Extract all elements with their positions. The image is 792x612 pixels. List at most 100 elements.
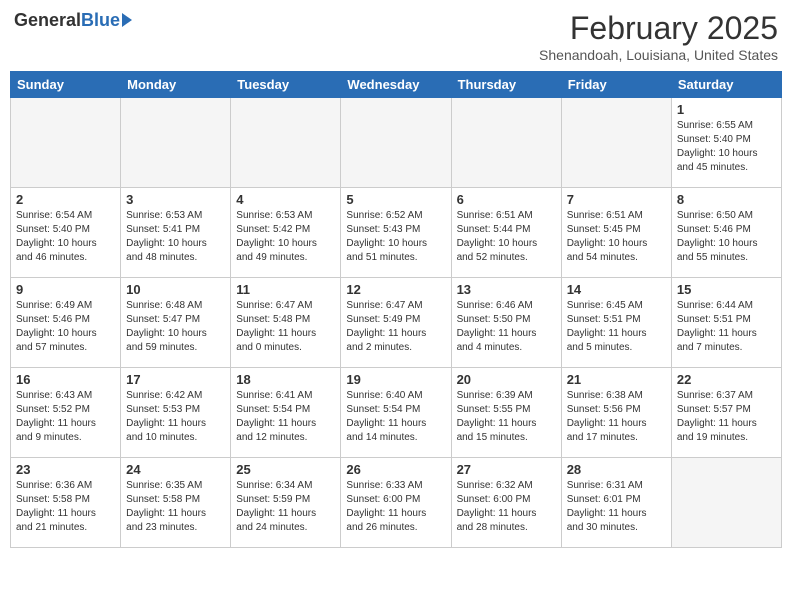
day-info: Sunrise: 6:55 AM Sunset: 5:40 PM Dayligh… (677, 119, 776, 175)
day-number: 17 (126, 372, 225, 387)
day-number: 5 (346, 192, 445, 207)
calendar-cell: 1Sunrise: 6:55 AM Sunset: 5:40 PM Daylig… (671, 98, 781, 188)
logo-general-text: General (14, 10, 81, 31)
calendar-week-row: 1Sunrise: 6:55 AM Sunset: 5:40 PM Daylig… (11, 98, 782, 188)
day-number: 7 (567, 192, 666, 207)
day-number: 9 (16, 282, 115, 297)
day-info: Sunrise: 6:49 AM Sunset: 5:46 PM Dayligh… (16, 299, 115, 355)
day-number: 26 (346, 462, 445, 477)
day-number: 11 (236, 282, 335, 297)
calendar-cell: 9 Sunrise: 6:49 AM Sunset: 5:46 PM Daylig… (11, 278, 121, 368)
day-number: 21 (567, 372, 666, 387)
calendar-cell: 21 Sunrise: 6:38 AM Sunset: 5:56 PM Dayli… (561, 368, 671, 458)
weekday-header: Sunday (11, 72, 121, 98)
calendar-cell (341, 98, 451, 188)
day-info: Sunrise: 6:31 AM Sunset: 6:01 PM Dayligh… (567, 479, 666, 535)
weekday-header: Saturday (671, 72, 781, 98)
day-info: Sunrise: 6:53 AM Sunset: 5:41 PM Dayligh… (126, 209, 225, 265)
month-title: February 2025 (539, 10, 778, 47)
day-number: 23 (16, 462, 115, 477)
day-info: Sunrise: 6:48 AM Sunset: 5:47 PM Dayligh… (126, 299, 225, 355)
calendar-cell: 7 Sunrise: 6:51 AM Sunset: 5:45 PM Daylig… (561, 188, 671, 278)
logo-arrow-icon (122, 13, 132, 27)
title-block: February 2025 Shenandoah, Louisiana, Uni… (539, 10, 778, 63)
calendar-cell: 25Sunrise: 6:34 AM Sunset: 5:59 PM Dayli… (231, 458, 341, 548)
day-info: Sunrise: 6:54 AM Sunset: 5:40 PM Dayligh… (16, 209, 115, 265)
location-title: Shenandoah, Louisiana, United States (539, 47, 778, 63)
calendar-cell: 11 Sunrise: 6:47 AM Sunset: 5:48 PM Dayli… (231, 278, 341, 368)
calendar-cell: 26 Sunrise: 6:33 AM Sunset: 6:00 PM Dayli… (341, 458, 451, 548)
day-info: Sunrise: 6:51 AM Sunset: 5:44 PM Dayligh… (457, 209, 556, 265)
weekday-header: Thursday (451, 72, 561, 98)
calendar-week-row: 16Sunrise: 6:43 AM Sunset: 5:52 PM Dayli… (11, 368, 782, 458)
calendar-cell (451, 98, 561, 188)
day-info: Sunrise: 6:39 AM Sunset: 5:55 PM Dayligh… (457, 389, 556, 445)
day-number: 28 (567, 462, 666, 477)
calendar-cell: 28 Sunrise: 6:31 AM Sunset: 6:01 PM Dayli… (561, 458, 671, 548)
calendar-cell: 2 Sunrise: 6:54 AM Sunset: 5:40 PM Daylig… (11, 188, 121, 278)
day-info: Sunrise: 6:33 AM Sunset: 6:00 PM Dayligh… (346, 479, 445, 535)
calendar-cell: 18 Sunrise: 6:41 AM Sunset: 5:54 PM Dayli… (231, 368, 341, 458)
calendar-week-row: 9 Sunrise: 6:49 AM Sunset: 5:46 PM Daylig… (11, 278, 782, 368)
day-info: Sunrise: 6:38 AM Sunset: 5:56 PM Dayligh… (567, 389, 666, 445)
day-number: 22 (677, 372, 776, 387)
calendar-cell (231, 98, 341, 188)
day-number: 18 (236, 372, 335, 387)
calendar-cell (671, 458, 781, 548)
day-number: 4 (236, 192, 335, 207)
calendar-cell (561, 98, 671, 188)
day-number: 3 (126, 192, 225, 207)
calendar-cell: 4 Sunrise: 6:53 AM Sunset: 5:42 PM Daylig… (231, 188, 341, 278)
day-number: 6 (457, 192, 556, 207)
day-info: Sunrise: 6:43 AM Sunset: 5:52 PM Dayligh… (16, 389, 115, 445)
day-number: 27 (457, 462, 556, 477)
day-number: 20 (457, 372, 556, 387)
calendar-week-row: 23 Sunrise: 6:36 AM Sunset: 5:58 PM Dayli… (11, 458, 782, 548)
day-number: 10 (126, 282, 225, 297)
calendar-cell: 10 Sunrise: 6:48 AM Sunset: 5:47 PM Dayli… (121, 278, 231, 368)
day-number: 2 (16, 192, 115, 207)
day-number: 15 (677, 282, 776, 297)
day-info: Sunrise: 6:42 AM Sunset: 5:53 PM Dayligh… (126, 389, 225, 445)
weekday-header: Monday (121, 72, 231, 98)
calendar-cell: 15 Sunrise: 6:44 AM Sunset: 5:51 PM Dayli… (671, 278, 781, 368)
calendar-cell: 17 Sunrise: 6:42 AM Sunset: 5:53 PM Dayli… (121, 368, 231, 458)
day-info: Sunrise: 6:50 AM Sunset: 5:46 PM Dayligh… (677, 209, 776, 265)
day-number: 25 (236, 462, 335, 477)
calendar-cell: 22 Sunrise: 6:37 AM Sunset: 5:57 PM Dayli… (671, 368, 781, 458)
calendar-week-row: 2 Sunrise: 6:54 AM Sunset: 5:40 PM Daylig… (11, 188, 782, 278)
day-info: Sunrise: 6:37 AM Sunset: 5:57 PM Dayligh… (677, 389, 776, 445)
calendar-cell (121, 98, 231, 188)
calendar-cell: 19 Sunrise: 6:40 AM Sunset: 5:54 PM Dayli… (341, 368, 451, 458)
weekday-header: Friday (561, 72, 671, 98)
day-info: Sunrise: 6:47 AM Sunset: 5:49 PM Dayligh… (346, 299, 445, 355)
day-info: Sunrise: 6:46 AM Sunset: 5:50 PM Dayligh… (457, 299, 556, 355)
page-header: General Blue February 2025 Shenandoah, L… (10, 10, 782, 63)
day-info: Sunrise: 6:53 AM Sunset: 5:42 PM Dayligh… (236, 209, 335, 265)
calendar-cell: 13 Sunrise: 6:46 AM Sunset: 5:50 PM Dayli… (451, 278, 561, 368)
day-info: Sunrise: 6:36 AM Sunset: 5:58 PM Dayligh… (16, 479, 115, 535)
weekday-header: Wednesday (341, 72, 451, 98)
day-info: Sunrise: 6:51 AM Sunset: 5:45 PM Dayligh… (567, 209, 666, 265)
calendar-header-row: SundayMondayTuesdayWednesdayThursdayFrid… (11, 72, 782, 98)
day-info: Sunrise: 6:41 AM Sunset: 5:54 PM Dayligh… (236, 389, 335, 445)
day-number: 19 (346, 372, 445, 387)
calendar-cell: 20 Sunrise: 6:39 AM Sunset: 5:55 PM Dayli… (451, 368, 561, 458)
day-info: Sunrise: 6:45 AM Sunset: 5:51 PM Dayligh… (567, 299, 666, 355)
calendar-cell (11, 98, 121, 188)
calendar-cell: 12 Sunrise: 6:47 AM Sunset: 5:49 PM Dayli… (341, 278, 451, 368)
calendar-cell: 3 Sunrise: 6:53 AM Sunset: 5:41 PM Daylig… (121, 188, 231, 278)
day-info: Sunrise: 6:44 AM Sunset: 5:51 PM Dayligh… (677, 299, 776, 355)
day-number: 14 (567, 282, 666, 297)
calendar-cell: 27 Sunrise: 6:32 AM Sunset: 6:00 PM Dayli… (451, 458, 561, 548)
logo: General Blue (14, 10, 132, 31)
day-info: Sunrise: 6:40 AM Sunset: 5:54 PM Dayligh… (346, 389, 445, 445)
day-number: 12 (346, 282, 445, 297)
day-number: 8 (677, 192, 776, 207)
day-number: 13 (457, 282, 556, 297)
day-info: Sunrise: 6:47 AM Sunset: 5:48 PM Dayligh… (236, 299, 335, 355)
day-number: 24 (126, 462, 225, 477)
day-info: Sunrise: 6:32 AM Sunset: 6:00 PM Dayligh… (457, 479, 556, 535)
calendar-cell: 5Sunrise: 6:52 AM Sunset: 5:43 PM Daylig… (341, 188, 451, 278)
logo-blue-text: Blue (81, 10, 120, 31)
